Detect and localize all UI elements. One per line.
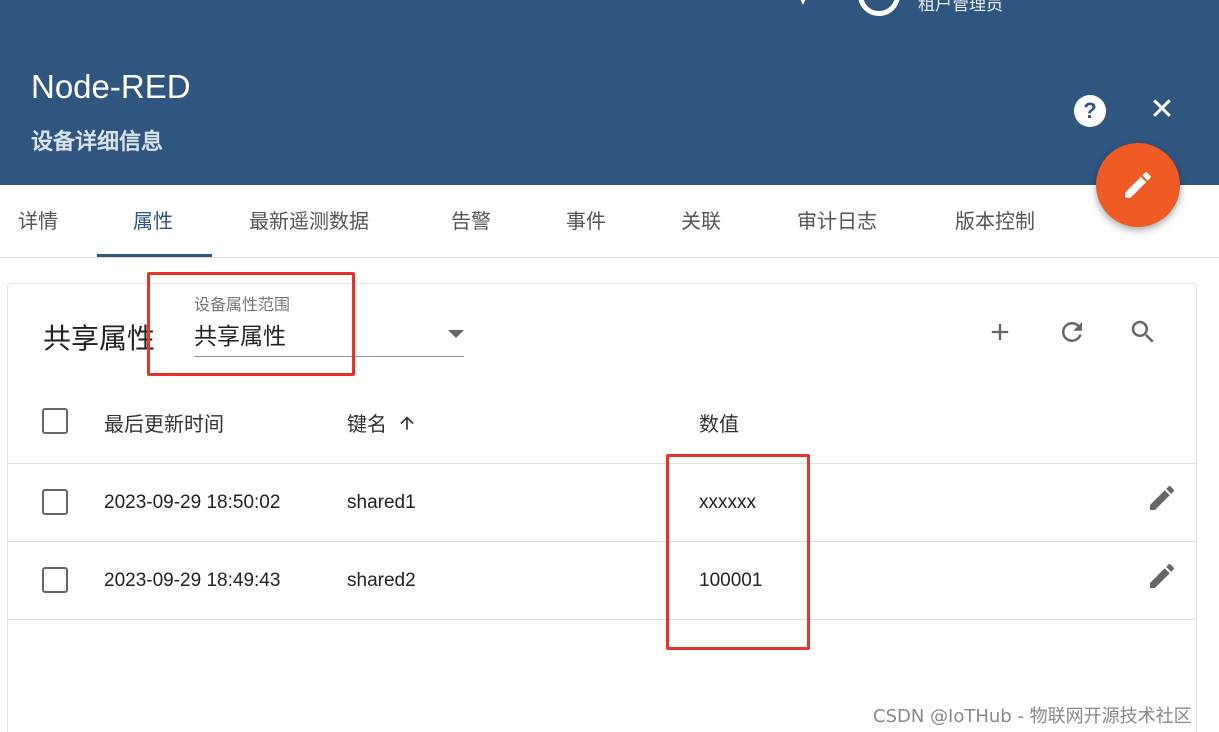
arrow-up-icon (400, 416, 415, 430)
row-divider (8, 541, 1196, 542)
scope-select-value[interactable]: 共享属性 (194, 317, 286, 351)
column-header-key-label: 键名 (347, 412, 387, 436)
close-icon[interactable]: ✕ (1146, 94, 1178, 126)
refresh-icon[interactable] (1057, 317, 1087, 347)
header: ▾ 租户管理员 Node-RED 设备详细信息 ? ✕ (0, 0, 1219, 185)
cell-value: xxxxxx (699, 492, 756, 513)
dropdown-arrow-icon[interactable] (448, 330, 464, 338)
column-header-updated[interactable]: 最后更新时间 (104, 408, 224, 437)
tab-audit-logs[interactable]: 审计日志 (797, 185, 877, 257)
help-icon[interactable]: ? (1074, 95, 1106, 127)
tab-latest-telemetry[interactable]: 最新遥测数据 (249, 185, 369, 257)
column-header-value[interactable]: 数值 (699, 408, 739, 437)
cell-value: 100001 (699, 570, 763, 591)
scope-select-underline (194, 356, 464, 357)
tab-attributes[interactable]: 属性 (133, 185, 173, 257)
edit-icon[interactable] (1146, 560, 1178, 592)
card-title: 共享属性 (43, 322, 156, 355)
page-title: Node-RED (31, 68, 191, 105)
attributes-card: 共享属性 设备属性范围 共享属性 最后更新时间 键名 数值 2023-09-29 (7, 283, 1197, 732)
cell-key: shared1 (347, 492, 416, 513)
search-icon[interactable] (1128, 317, 1158, 347)
add-icon[interactable] (985, 317, 1015, 347)
tab-bar: 详情 属性 最新遥测数据 告警 事件 关联 审计日志 版本控制 (0, 185, 1219, 258)
cell-updated: 2023-09-29 18:50:02 (104, 492, 281, 513)
tab-relations[interactable]: 关联 (681, 185, 721, 257)
tab-alarms[interactable]: 告警 (451, 185, 491, 257)
column-header-key[interactable]: 键名 (347, 408, 417, 437)
row-divider (8, 619, 1196, 620)
edit-icon (1125, 172, 1151, 198)
chevron-down-icon[interactable]: ▾ (798, 0, 808, 11)
avatar[interactable] (858, 0, 900, 16)
user-role[interactable]: 租户管理员 (918, 0, 1003, 15)
edit-fab-button[interactable] (1096, 143, 1180, 227)
scope-select-label: 设备属性范围 (194, 295, 291, 314)
row-checkbox[interactable] (42, 489, 68, 515)
watermark: CSDN @IoTHub - 物联网开源技术社区 (873, 706, 1192, 727)
row-checkbox[interactable] (42, 567, 68, 593)
device-details-panel: ▾ 租户管理员 Node-RED 设备详细信息 ? ✕ 详情 属性 最新遥测数据… (0, 0, 1219, 732)
page-subtitle: 设备详细信息 (31, 130, 164, 155)
cell-key: shared2 (347, 570, 416, 591)
header-divider (8, 463, 1196, 464)
cell-updated: 2023-09-29 18:49:43 (104, 570, 281, 591)
active-tab-indicator (97, 254, 212, 257)
tab-details[interactable]: 详情 (18, 185, 58, 257)
tab-events[interactable]: 事件 (566, 185, 606, 257)
edit-icon[interactable] (1146, 482, 1178, 514)
select-all-checkbox[interactable] (42, 408, 68, 434)
tab-version-control[interactable]: 版本控制 (955, 185, 1035, 257)
